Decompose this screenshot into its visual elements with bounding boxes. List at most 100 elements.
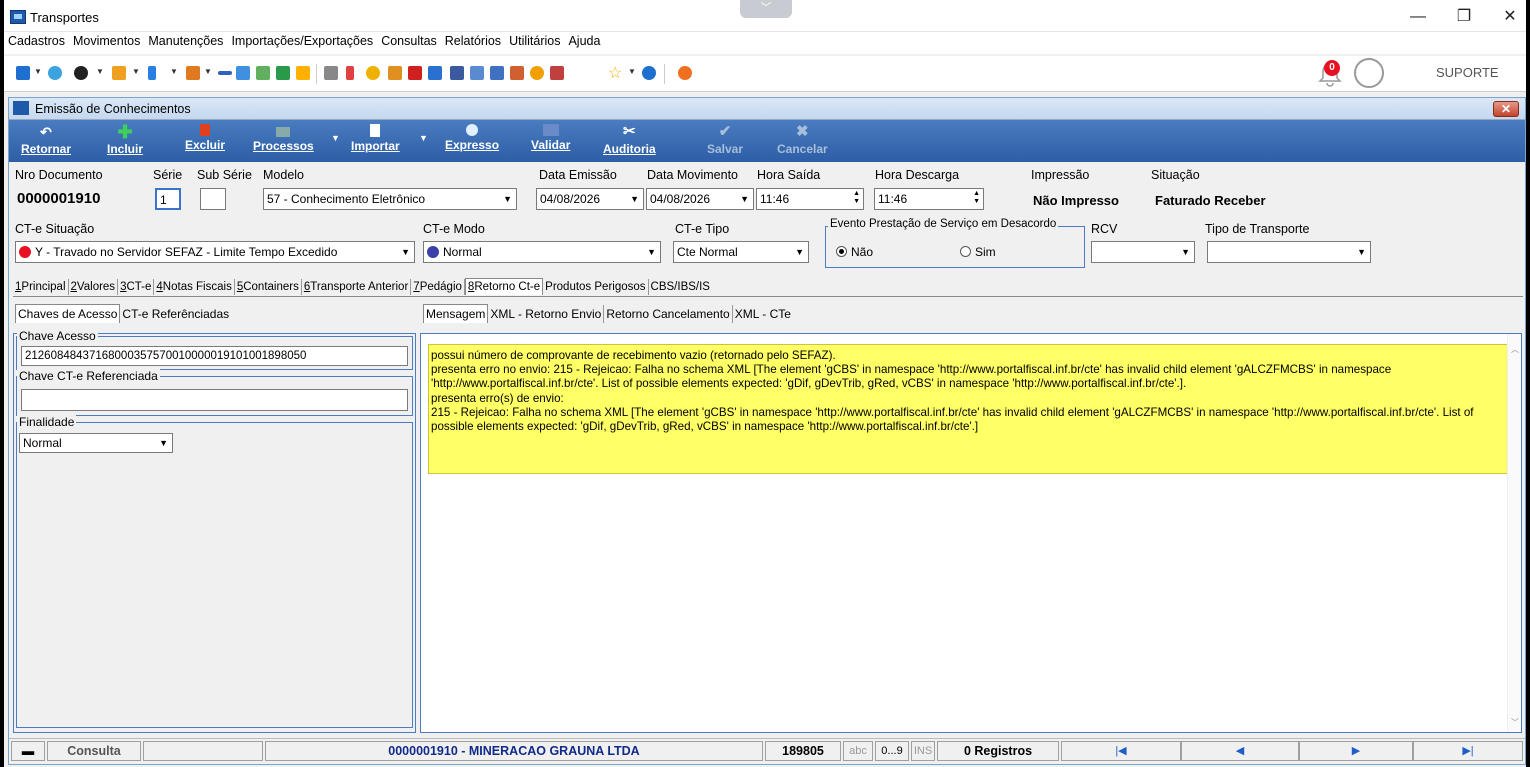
- cancelar-button[interactable]: ✖ Cancelar: [777, 124, 828, 157]
- chave-acesso-input[interactable]: 2126084843716800035757001000001910100189…: [21, 346, 408, 366]
- finalidade-select[interactable]: Normal ▼: [19, 433, 173, 453]
- tab-xml-cte[interactable]: XML - CTe: [733, 305, 793, 323]
- data-emissao-input[interactable]: 04/08/2026 ▼: [536, 188, 644, 210]
- tab-notas-fiscais[interactable]: 4 Notas Fiscais: [154, 279, 235, 295]
- calendar-30-icon[interactable]: [490, 66, 504, 80]
- processos-button[interactable]: Processos: [253, 124, 314, 153]
- cte-tipo-select[interactable]: Cte Normal ▼: [673, 241, 809, 263]
- dropdown-arrow-icon[interactable]: ▼: [204, 67, 212, 76]
- evento-sim-radio[interactable]: Sim: [960, 245, 996, 259]
- cte-situacao-select[interactable]: Y - Travado no Servidor SEFAZ - Limite T…: [15, 241, 415, 263]
- data-movimento-input[interactable]: 04/08/2026 ▼: [646, 188, 754, 210]
- cte-modo-select[interactable]: Normal ▼: [423, 241, 661, 263]
- tab-cbs-ibs-is[interactable]: CBS/IBS/IS: [649, 279, 712, 295]
- info-icon[interactable]: [642, 66, 656, 80]
- phone-icon[interactable]: [148, 66, 156, 80]
- hora-saida-input[interactable]: 11:46 ▲ ▼: [756, 188, 864, 210]
- child-close-button[interactable]: ✕: [1493, 101, 1519, 117]
- auditoria-button[interactable]: ✂ Auditoria: [603, 124, 656, 157]
- validar-button[interactable]: Validar: [531, 124, 570, 152]
- tire-icon[interactable]: [74, 66, 88, 80]
- minimize-button[interactable]: —: [1398, 4, 1438, 30]
- next-record-button[interactable]: ▶: [1299, 741, 1413, 761]
- map-icon[interactable]: [276, 66, 290, 80]
- shipment-icon[interactable]: [510, 66, 524, 80]
- tab-mensagem[interactable]: Mensagem: [423, 304, 489, 323]
- dropdown-arrow-icon[interactable]: ▼: [170, 67, 178, 76]
- dropdown-arrow-icon[interactable]: ▼: [628, 67, 636, 76]
- tab-retorno-cancelamento[interactable]: Retorno Cancelamento: [604, 305, 733, 323]
- favorites-star-icon[interactable]: ☆: [608, 63, 622, 83]
- close-button[interactable]: ✕: [1490, 4, 1526, 30]
- salvar-button[interactable]: ✔ Salvar: [707, 124, 743, 157]
- user-avatar-icon[interactable]: [1354, 58, 1384, 88]
- processos-dropdown-icon[interactable]: ▼: [331, 133, 340, 143]
- calendar-icon[interactable]: [236, 66, 250, 80]
- tab-retorno-cte[interactable]: 8 Retorno Ct-e: [464, 278, 544, 295]
- clock-icon[interactable]: [366, 66, 380, 80]
- retornar-button[interactable]: ↶ Retornar: [21, 124, 71, 156]
- tab-valores[interactable]: 2 Valores: [69, 279, 119, 295]
- list-icon[interactable]: [186, 66, 200, 80]
- menu-movimentos[interactable]: Movimentos: [69, 32, 144, 50]
- menu-importacoes[interactable]: Importações/Exportações: [227, 32, 377, 50]
- importar-button[interactable]: Importar: [351, 124, 400, 153]
- tab-produtos-perigosos[interactable]: Produtos Perigosos: [543, 279, 649, 295]
- incluir-button[interactable]: ✚ Incluir: [107, 123, 143, 156]
- hora-descarga-input[interactable]: 11:46 ▲ ▼: [874, 188, 984, 210]
- people-icon[interactable]: [48, 66, 62, 80]
- serie-input[interactable]: 1: [155, 188, 181, 210]
- rcv-select[interactable]: ▼: [1091, 241, 1195, 263]
- user-name[interactable]: SUPORTE: [1436, 65, 1499, 80]
- scroll-down-icon[interactable]: ﹀: [1511, 717, 1519, 728]
- vertical-scrollbar[interactable]: ︿ ﹀: [1507, 334, 1521, 732]
- tab-pedagio[interactable]: 7 Pedágio: [411, 279, 465, 295]
- sub-serie-input[interactable]: [200, 188, 226, 210]
- pin-icon[interactable]: [346, 66, 354, 80]
- scroll-up-icon[interactable]: ︿: [1511, 344, 1519, 355]
- tab-cte-referenciadas[interactable]: CT-e Referênciadas: [120, 305, 231, 323]
- import-icon[interactable]: [428, 66, 442, 80]
- menu-ajuda[interactable]: Ajuda: [564, 32, 604, 50]
- face-icon[interactable]: [530, 66, 544, 80]
- restore-button[interactable]: ❐: [1444, 4, 1484, 30]
- mensagem-textarea[interactable]: possui número de comprovante de recebime…: [428, 344, 1516, 474]
- last-record-button[interactable]: ▶|: [1413, 741, 1523, 761]
- search-doc-icon[interactable]: [550, 66, 564, 80]
- prev-record-button[interactable]: ◀: [1181, 741, 1299, 761]
- document-icon[interactable]: [16, 66, 30, 80]
- tipo-transporte-select[interactable]: ▼: [1207, 241, 1371, 263]
- dropdown-arrow-icon[interactable]: ▼: [96, 67, 104, 76]
- menu-relatorios[interactable]: Relatórios: [441, 32, 505, 50]
- chave-ref-input[interactable]: [21, 389, 408, 411]
- tab-containers[interactable]: 5 Containers: [235, 279, 302, 295]
- report-icon[interactable]: [324, 66, 338, 80]
- tab-cte[interactable]: 3 CT-e: [118, 279, 155, 295]
- tab-transporte-anterior[interactable]: 6 Transporte Anterior: [302, 279, 412, 295]
- power-icon[interactable]: [678, 66, 692, 80]
- evento-nao-radio[interactable]: Não: [836, 245, 873, 259]
- menu-cadastros[interactable]: Cadastros: [4, 32, 69, 50]
- spinner-icon[interactable]: ▲ ▼: [853, 190, 860, 206]
- tab-chaves-acesso[interactable]: Chaves de Acesso: [15, 304, 121, 323]
- spreadsheet-icon[interactable]: [450, 66, 464, 80]
- dropdown-arrow-icon[interactable]: ▼: [34, 67, 42, 76]
- modelo-select[interactable]: 57 - Conhecimento Eletrônico ▼: [263, 188, 517, 210]
- excluir-button[interactable]: Excluir: [185, 124, 225, 152]
- route-icon[interactable]: [256, 66, 270, 80]
- users-icon[interactable]: [296, 66, 310, 80]
- spinner-icon[interactable]: ▲ ▼: [973, 190, 980, 206]
- menu-consultas[interactable]: Consultas: [377, 32, 441, 50]
- tab-principal[interactable]: 1 Principal: [13, 279, 69, 295]
- collapse-ribbon-button[interactable]: ﹀: [740, 0, 792, 18]
- first-record-button[interactable]: |◀: [1061, 741, 1181, 761]
- tab-xml-retorno-envio[interactable]: XML - Retorno Envio: [488, 305, 605, 323]
- menu-manutencoes[interactable]: Manutenções: [144, 32, 227, 50]
- calculator-icon[interactable]: [470, 66, 484, 80]
- lines-icon[interactable]: [218, 71, 232, 75]
- expresso-button[interactable]: Expresso: [445, 124, 499, 152]
- arrow-icon[interactable]: [408, 66, 422, 80]
- truck-icon[interactable]: [112, 66, 126, 80]
- importar-dropdown-icon[interactable]: ▼: [419, 133, 428, 143]
- dropdown-arrow-icon[interactable]: ▼: [132, 67, 140, 76]
